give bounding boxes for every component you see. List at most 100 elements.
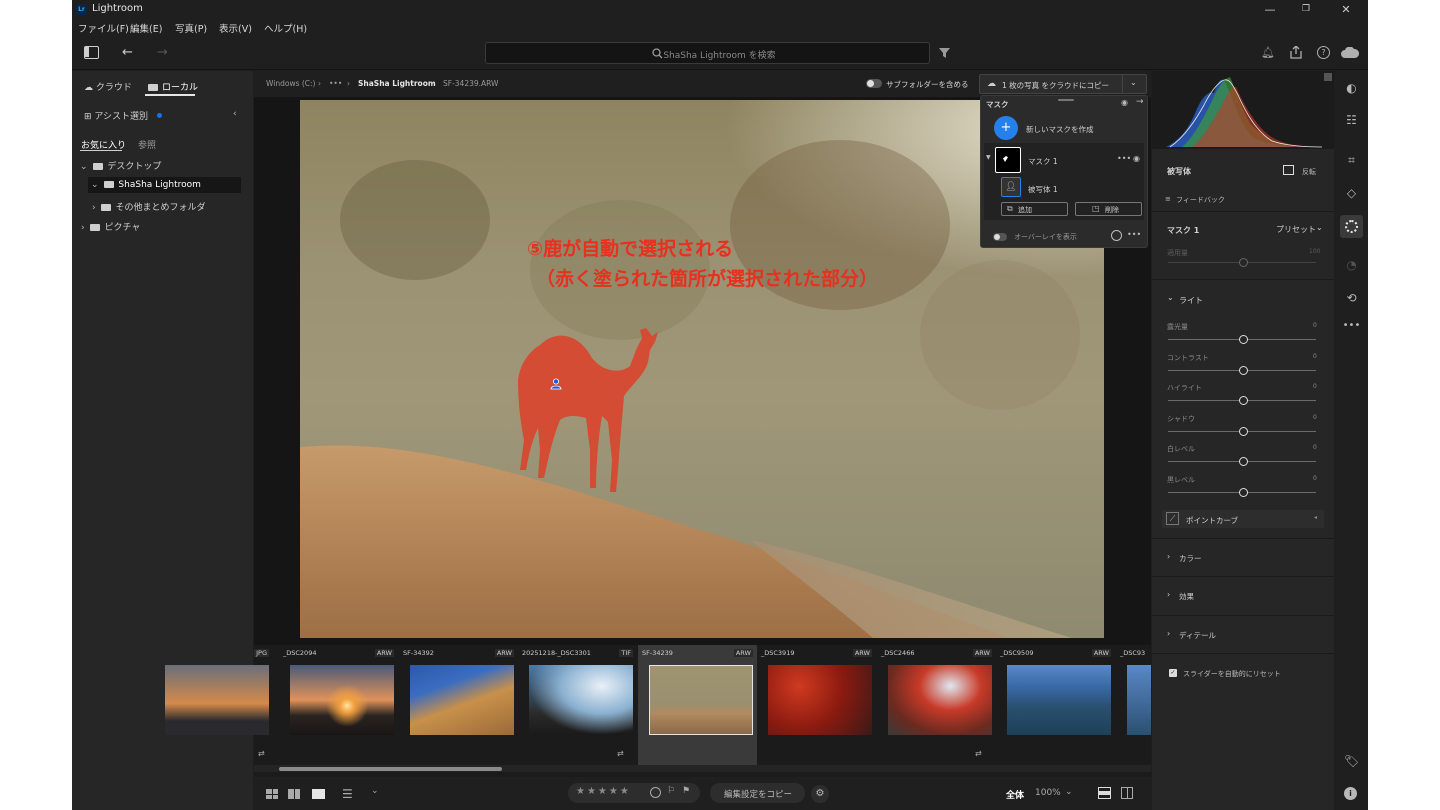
copy-to-cloud-button[interactable]: ☁ 1 枚の写真 をクラウドにコピー ⌄ [979, 74, 1147, 94]
detail-view-icon[interactable] [312, 789, 325, 799]
color-section-header[interactable]: カラー [1179, 553, 1202, 564]
breadcrumb-drive[interactable]: Windows (C:) [266, 79, 315, 88]
new-mask-label[interactable]: 新しいマスクを作成 [1026, 124, 1094, 135]
notification-bell-icon[interactable]: 🔔︎ [1261, 46, 1275, 59]
slider-knob[interactable] [1239, 365, 1248, 375]
redeye-icon[interactable]: ◔ [1335, 258, 1368, 272]
include-subfolders-toggle[interactable] [866, 79, 882, 88]
healing-eraser-icon[interactable]: ◇ [1335, 186, 1368, 200]
slider-knob[interactable] [1239, 396, 1248, 405]
eye-icon[interactable]: ◉ [1121, 98, 1128, 107]
deer-subject-mask[interactable] [500, 310, 670, 510]
subject-1-label[interactable]: 被写体 1 [1028, 184, 1058, 195]
film-thumb[interactable]: SF-34392 ARW [399, 645, 518, 765]
unflag-icon[interactable] [650, 787, 661, 798]
chevron-down-icon[interactable]: ⌄ [1130, 78, 1137, 87]
more-tools-icon[interactable]: ••• [1335, 320, 1368, 331]
filter-icon[interactable] [939, 48, 950, 58]
square-grid-icon[interactable] [288, 789, 300, 799]
swap-icon[interactable]: ⇄ [258, 749, 265, 758]
chevron-down-icon[interactable]: ⌄ [1316, 223, 1323, 232]
zoom-level[interactable]: 100% [1035, 788, 1061, 798]
back-arrow-icon[interactable]: ← [122, 45, 133, 60]
caret-down-icon[interactable]: ▼ [986, 154, 991, 161]
collapse-panel-icon[interactable]: ‹ [233, 109, 237, 119]
chevron-right-icon[interactable]: › [1167, 629, 1170, 638]
crop-icon[interactable]: ⌗ [1335, 153, 1368, 168]
slider-knob[interactable] [1239, 335, 1248, 344]
panel-toggle-icon[interactable] [84, 46, 99, 59]
arrow-right-icon[interactable]: → [1136, 97, 1144, 107]
overlay-color-icon[interactable] [1111, 230, 1122, 241]
close-button[interactable]: ✕ [1328, 0, 1364, 19]
folder-pictures[interactable]: › ピクチャ [81, 220, 140, 233]
more-options-icon[interactable]: ••• [1117, 154, 1131, 163]
restore-button[interactable]: ❐ [1288, 0, 1324, 19]
mask-1-label[interactable]: マスク 1 [1028, 156, 1058, 167]
drag-handle[interactable] [1058, 99, 1074, 101]
chevron-down-icon[interactable]: ⌄ [1065, 787, 1073, 797]
filmstrip-scroll-thumb[interactable] [279, 767, 502, 771]
invert-icon[interactable] [1283, 165, 1294, 175]
film-thumb[interactable]: _DSC9509 ARW [996, 645, 1115, 765]
chevron-down-icon[interactable]: ⌄ [1167, 293, 1174, 302]
film-thumb[interactable]: JPG [154, 645, 273, 765]
folder-shasha-lightroom[interactable]: ⌄ ShaSha Lightroom [91, 180, 201, 190]
film-thumb[interactable]: _DSC3919 ARW [757, 645, 876, 765]
folder-misc[interactable]: › その他まとめフォルダ [92, 200, 206, 213]
folder-desktop[interactable]: ⌄ デスクトップ [80, 159, 161, 172]
sort-icon[interactable]: ☰ [342, 787, 353, 801]
invert-label[interactable]: 反転 [1302, 167, 1316, 177]
help-icon[interactable]: ? [1317, 46, 1330, 59]
film-thumb[interactable]: 20251218-_DSC3301 TIF [518, 645, 637, 765]
feedback-link[interactable]: フィードバック [1176, 195, 1225, 205]
settings-gear-icon[interactable]: ⚙ [811, 785, 829, 803]
subject-thumbnail[interactable]: 👤︎ [1001, 177, 1021, 197]
menu-edit[interactable]: 編集(E) [130, 21, 162, 35]
versions-icon[interactable]: ⟲ [1335, 291, 1368, 305]
reject-flag-icon[interactable]: ⚑ [682, 786, 690, 796]
compare-icon[interactable] [1098, 787, 1111, 799]
detail-section-header[interactable]: ディテール [1179, 630, 1216, 641]
chevron-right-icon[interactable]: › [1167, 552, 1170, 561]
assist-select[interactable]: ⊞ アシスト選別 [84, 109, 162, 122]
presets-icon[interactable]: ◐ [1335, 81, 1368, 95]
pick-flag-icon[interactable]: ⚐ [667, 786, 675, 796]
tab-local[interactable]: ローカル [148, 80, 198, 93]
preset-dropdown[interactable]: プリセット [1276, 224, 1316, 235]
point-curve-row[interactable]: ⟋ ポイントカーブ ◂ [1162, 510, 1324, 528]
delete-mask-button[interactable]: 削除 ◳ [1075, 202, 1142, 216]
forward-arrow-icon[interactable]: → [157, 45, 168, 60]
eye-icon[interactable]: ◉ [1133, 154, 1140, 163]
clipping-warning-icon[interactable] [1324, 73, 1332, 81]
search-input[interactable]: ShaSha Lightroom を検索 [485, 42, 930, 64]
tag-icon[interactable]: 🏷︎ [1335, 754, 1368, 768]
chevron-right-icon[interactable]: › [1167, 590, 1170, 599]
light-section-header[interactable]: ライト [1179, 295, 1203, 306]
menu-help[interactable]: ヘルプ(H) [264, 21, 307, 35]
amount-slider-knob[interactable] [1239, 258, 1248, 267]
info-icon[interactable]: i [1344, 787, 1357, 800]
film-thumb[interactable]: _DSC2466 ARW [877, 645, 996, 765]
film-thumb-selected[interactable]: SF-34239 ARW [638, 645, 757, 765]
copy-settings-button[interactable]: 編集設定をコピー [710, 783, 805, 803]
subject-pin-icon[interactable] [550, 378, 562, 390]
masking-tool-active[interactable] [1340, 215, 1363, 238]
slider-knob[interactable] [1239, 487, 1248, 497]
breadcrumb-ellipsis[interactable]: ••• [329, 79, 342, 88]
swap-icon[interactable]: ⇄ [975, 749, 982, 758]
more-options-icon[interactable]: ••• [1127, 230, 1141, 239]
overlay-toggle[interactable] [993, 233, 1007, 241]
add-mask-button[interactable]: 追加 ⧉ [1001, 202, 1068, 216]
tab-cloud[interactable]: ☁ クラウド [84, 80, 132, 93]
menu-view[interactable]: 表示(V) [219, 21, 252, 35]
effects-section-header[interactable]: 効果 [1179, 591, 1194, 602]
menu-photo[interactable]: 写真(P) [175, 21, 207, 35]
chevron-down-icon[interactable]: ⌄ [371, 786, 379, 796]
zoom-fit-label[interactable]: 全体 [1006, 788, 1024, 801]
share-icon[interactable] [1290, 46, 1302, 59]
menu-file[interactable]: ファイル(F) [78, 21, 129, 35]
mask-thumbnail[interactable] [995, 147, 1021, 173]
cloud-status-icon[interactable] [1341, 47, 1359, 58]
slider-knob[interactable] [1239, 457, 1248, 466]
